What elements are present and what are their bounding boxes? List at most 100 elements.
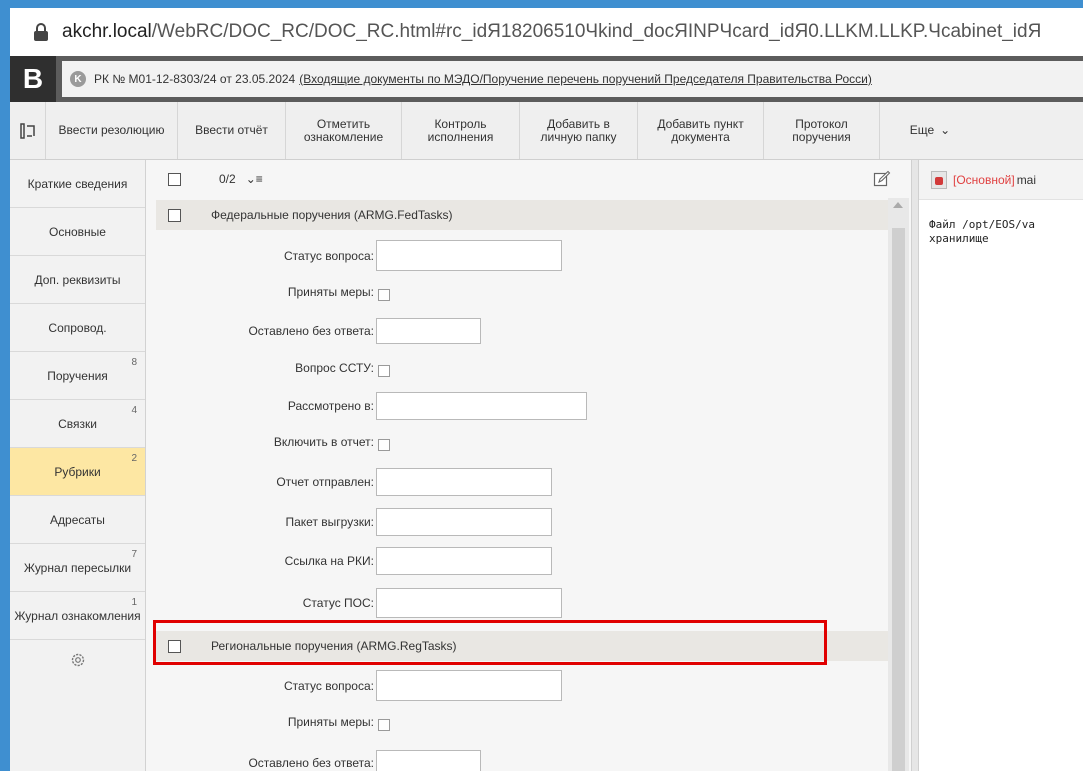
measures-checkbox[interactable] xyxy=(378,719,390,731)
pane-splitter[interactable] xyxy=(911,160,919,771)
execution-control-button[interactable]: Контроль исполнения xyxy=(402,102,520,159)
sidebar-item-label: Журнал ознакомления xyxy=(14,608,141,623)
rubrics-header-row: 0/2 ⌄≡ xyxy=(146,160,911,198)
sidebar-settings-button[interactable] xyxy=(10,640,145,680)
package-input[interactable] xyxy=(376,508,552,536)
sidebar-item-label: Доп. реквизиты xyxy=(34,272,121,287)
rki-link-input[interactable] xyxy=(376,547,552,575)
section-title: Региональные поручения (ARMG.RegTasks) xyxy=(211,639,457,653)
field-label: Рассмотрено в: xyxy=(287,399,374,413)
sidebar-item-brief[interactable]: Краткие сведения xyxy=(10,160,145,208)
sidebar-item-accompanying[interactable]: Сопровод. xyxy=(10,304,145,352)
field-include-report: Включить в отчет: xyxy=(146,432,390,452)
field-label: Пакет выгрузки: xyxy=(285,515,375,529)
field-no-answer: Оставлено без ответа: xyxy=(146,750,481,771)
section-federal-tasks: Федеральные поручения (ARMG.FedTasks) xyxy=(156,200,892,230)
field-pos-status: Статус ПОС: xyxy=(146,588,562,618)
reviewed-input[interactable] xyxy=(376,392,587,420)
sidebar-item-acquaintance-log[interactable]: 1 Журнал ознакомления xyxy=(10,592,145,640)
section-regional-tasks: Региональные поручения (ARMG.RegTasks) xyxy=(156,631,892,661)
file-entry[interactable]: [Основной] mai xyxy=(919,160,1083,200)
status-input[interactable] xyxy=(376,240,562,271)
field-label: Оставлено без ответа: xyxy=(248,324,374,338)
field-sstu: Вопрос ССТУ: xyxy=(146,358,390,378)
url-text[interactable]: akchr.local/WebRC/DOC_RC/DOC_RC.html#rc_… xyxy=(62,21,1041,43)
sidebar-item-label: Основные xyxy=(49,224,106,239)
browser-frame-top xyxy=(0,0,1083,8)
section-checkbox[interactable] xyxy=(168,639,181,653)
sidebar-item-rubrics[interactable]: 2 Рубрики xyxy=(10,448,145,496)
field-label: Приняты меры: xyxy=(287,285,374,299)
field-package: Пакет выгрузки: xyxy=(146,508,552,536)
file-message-line: Файл /opt/EOS/va xyxy=(929,218,1035,231)
measures-checkbox[interactable] xyxy=(378,289,390,301)
panel-toggle-icon xyxy=(19,122,35,139)
chevron-down-icon: ⌄ xyxy=(940,123,951,137)
field-label: Статус вопроса: xyxy=(283,678,374,693)
sidebar-item-label: Связки xyxy=(58,416,97,431)
sidebar-item-label: Краткие сведения xyxy=(27,176,128,191)
sidebar-item-addressees[interactable]: Адресаты xyxy=(10,496,145,544)
sidebar-item-extra-details[interactable]: Доп. реквизиты xyxy=(10,256,145,304)
rubrics-form: 0/2 ⌄≡ Федеральные поручения (ARMG.FedTa… xyxy=(146,160,911,771)
sidebar-item-links[interactable]: 4 Связки xyxy=(10,400,145,448)
mark-acquaintance-button[interactable]: Отметить ознакомление xyxy=(286,102,402,159)
field-label: Оставлено без ответа: xyxy=(248,756,374,770)
sidebar-item-label: Адресаты xyxy=(50,512,105,527)
form-scrollbar[interactable] xyxy=(888,198,909,771)
section-checkbox[interactable] xyxy=(168,208,181,222)
status-input[interactable] xyxy=(376,670,562,701)
more-menu-label: Еще xyxy=(909,123,935,137)
sidebar-item-label: Журнал пересылки xyxy=(23,560,132,575)
document-title-strip: K РК № М01-12-8303/24 от 23.05.2024 (Вхо… xyxy=(62,61,1083,97)
field-report-sent: Отчет отправлен: xyxy=(146,468,552,496)
count-badge: 1 xyxy=(131,597,137,608)
field-status: Статус вопроса: xyxy=(146,240,562,271)
protocol-order-button[interactable]: Протокол поручения xyxy=(764,102,880,159)
enter-report-button[interactable]: Ввести отчёт xyxy=(178,102,286,159)
document-header: B K РК № М01-12-8303/24 от 23.05.2024 (В… xyxy=(10,56,1083,102)
app-logo[interactable]: B xyxy=(10,56,56,102)
no-answer-input[interactable] xyxy=(376,750,481,771)
add-document-item-button[interactable]: Добавить пункт документа xyxy=(638,102,764,159)
sidebar-item-label: Сопровод. xyxy=(48,320,107,335)
url-path: /WebRC/DOC_RC/DOC_RC.html#rc_idЯ18206510… xyxy=(151,21,1042,42)
file-name[interactable]: mai xyxy=(1017,173,1036,187)
field-measures: Приняты меры: xyxy=(146,282,390,302)
sstu-checkbox[interactable] xyxy=(378,365,390,377)
pos-status-input[interactable] xyxy=(376,588,562,618)
no-answer-input[interactable] xyxy=(376,318,481,344)
file-message: Файл /opt/EOS/va хранилище xyxy=(919,200,1083,246)
count-badge: 8 xyxy=(131,357,137,368)
sort-menu-icon[interactable]: ⌄≡ xyxy=(246,172,263,186)
address-bar[interactable]: akchr.local/WebRC/DOC_RC/DOC_RC.html#rc_… xyxy=(10,8,1083,56)
field-label: Статус вопроса: xyxy=(283,248,374,263)
report-sent-input[interactable] xyxy=(376,468,552,496)
section-title: Федеральные поручения (ARMG.FedTasks) xyxy=(211,208,453,222)
field-rki-link: Ссылка на РКИ: xyxy=(146,547,552,575)
select-all-checkbox[interactable] xyxy=(168,172,181,186)
sidebar-item-forwarding-log[interactable]: 7 Журнал пересылки xyxy=(10,544,145,592)
field-label: Ссылка на РКИ: xyxy=(284,554,374,568)
field-label: Приняты меры: xyxy=(287,715,374,729)
scrollbar-thumb[interactable] xyxy=(892,228,905,771)
count-badge: 2 xyxy=(131,453,137,464)
file-tag: [Основной] xyxy=(953,172,1015,187)
more-menu-button[interactable]: Еще ⌄ xyxy=(880,102,980,159)
sidebar-item-main[interactable]: Основные xyxy=(10,208,145,256)
sidebar-item-orders[interactable]: 8 Поручения xyxy=(10,352,145,400)
field-reviewed: Рассмотрено в: xyxy=(146,392,587,420)
edit-icon[interactable] xyxy=(873,170,891,188)
k-badge-icon[interactable]: K xyxy=(70,71,86,87)
include-report-checkbox[interactable] xyxy=(378,439,390,451)
browser-frame-left xyxy=(0,0,10,771)
lock-icon xyxy=(34,23,48,41)
scroll-up-icon[interactable] xyxy=(893,202,903,208)
document-type-link[interactable]: (Входящие документы по МЭДО/Поручение пе… xyxy=(299,72,872,86)
panel-toggle-button[interactable] xyxy=(10,102,46,159)
gear-icon xyxy=(71,653,84,667)
card-tabs-sidebar: Краткие сведения Основные Доп. реквизиты… xyxy=(10,160,146,771)
add-to-personal-folder-button[interactable]: Добавить в личную папку xyxy=(520,102,638,159)
enter-resolution-button[interactable]: Ввести резолюцию xyxy=(46,102,178,159)
field-status: Статус вопроса: xyxy=(146,670,562,701)
